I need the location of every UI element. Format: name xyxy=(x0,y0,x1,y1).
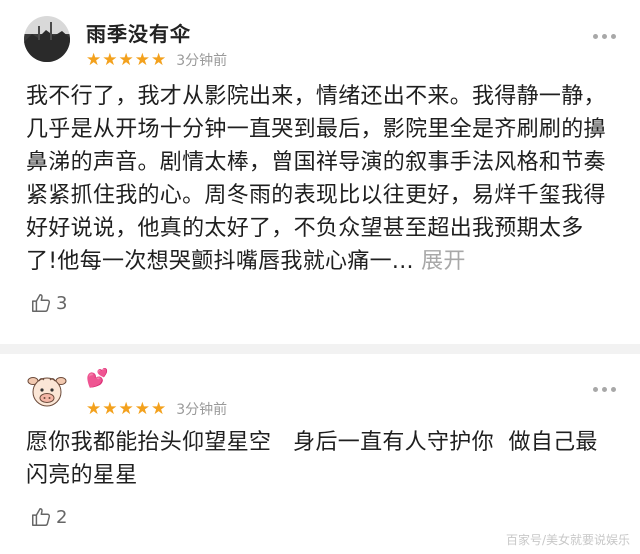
dark-landscape-avatar-icon xyxy=(24,16,70,62)
star-icon: ★ xyxy=(151,50,167,70)
username[interactable]: 💕 xyxy=(86,368,109,389)
comment-meta: ★ ★ ★ ★ ★ 3分钟前 xyxy=(86,50,227,70)
watermark: 百家号/美女就要说娱乐 xyxy=(505,533,630,547)
username[interactable]: 雨季没有伞 xyxy=(86,18,191,47)
comment-body: 愿你我都能抬头仰望星空 身后一直有人守护你 做自己最闪亮的星星 xyxy=(26,430,598,488)
rating-stars: ★ ★ ★ ★ ★ xyxy=(86,51,167,69)
rating-stars: ★ ★ ★ ★ ★ xyxy=(86,400,167,418)
like-button[interactable]: 2 xyxy=(30,506,67,528)
thumbs-up-icon xyxy=(32,294,51,312)
user-avatar[interactable] xyxy=(24,16,70,62)
star-icon: ★ xyxy=(118,399,134,419)
comment-divider xyxy=(0,344,640,354)
star-icon: ★ xyxy=(86,399,102,419)
star-icon: ★ xyxy=(102,399,118,419)
star-icon: ★ xyxy=(86,50,102,70)
like-button[interactable]: 3 xyxy=(30,292,67,314)
comment-text: 我不行了，我才从影院出来，情绪还出不来。我得静一静，几乎是从开场十分钟一直哭到最… xyxy=(26,80,614,278)
comment-text: 愿你我都能抬头仰望星空 身后一直有人守护你 做自己最闪亮的星星 xyxy=(26,426,614,492)
thumbs-up-icon xyxy=(32,508,51,526)
more-options-icon[interactable] xyxy=(593,34,616,39)
comment-body: 我不行了，我才从影院出来，情绪还出不来。我得静一静，几乎是从开场十分钟一直哭到最… xyxy=(26,84,606,274)
star-icon: ★ xyxy=(151,399,167,419)
comment-card: 💕 ★ ★ ★ ★ ★ 3分钟前 愿你我都能抬头仰望星空 身后一直有人守护你 做… xyxy=(0,354,640,554)
star-icon: ★ xyxy=(102,50,118,70)
comment-card: 雨季没有伞 ★ ★ ★ ★ ★ 3分钟前 我不行了，我才从影院出来，情绪还出不来… xyxy=(0,0,640,344)
comment-time: 3分钟前 xyxy=(176,53,228,69)
like-count: 2 xyxy=(56,506,68,528)
more-options-icon[interactable] xyxy=(593,387,616,392)
like-count: 3 xyxy=(56,292,68,314)
star-icon: ★ xyxy=(118,50,134,70)
comment-time: 3分钟前 xyxy=(176,402,228,418)
star-icon: ★ xyxy=(134,50,150,70)
user-avatar[interactable] xyxy=(24,368,70,414)
cartoon-cow-avatar-icon xyxy=(24,368,70,414)
comment-meta: ★ ★ ★ ★ ★ 3分钟前 xyxy=(86,399,227,419)
star-icon: ★ xyxy=(134,399,150,419)
expand-link[interactable]: 展开 xyxy=(421,249,466,274)
